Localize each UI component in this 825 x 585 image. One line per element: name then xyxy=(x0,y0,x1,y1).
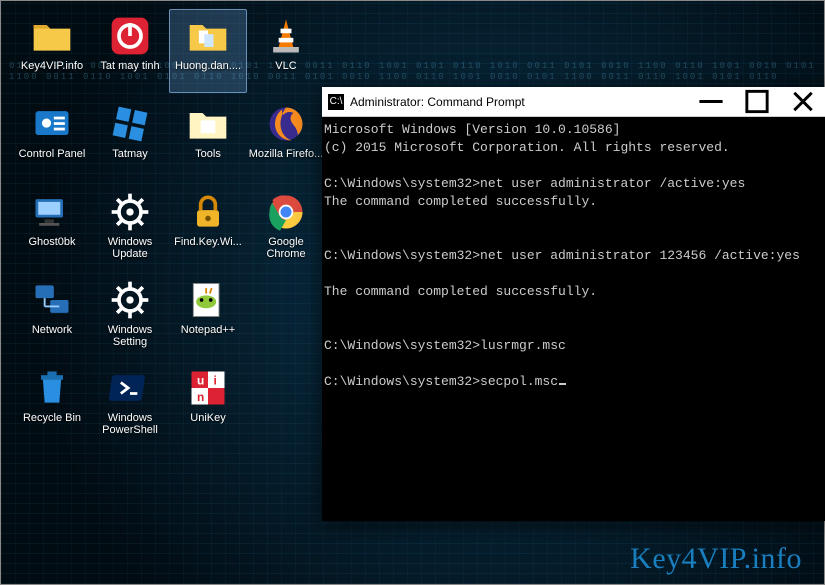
windows-update[interactable]: Windows Update xyxy=(91,185,169,269)
close-button[interactable] xyxy=(780,87,825,116)
notepadpp[interactable]: Notepad++ xyxy=(169,273,247,357)
text-cursor xyxy=(559,383,566,385)
firefox[interactable]: Mozilla Firefo... xyxy=(247,97,325,181)
notepadpp-label: Notepad++ xyxy=(181,324,235,336)
tatmay-label: Tatmay xyxy=(112,148,147,160)
maximize-button[interactable] xyxy=(734,87,780,116)
chrome-icon xyxy=(264,190,308,234)
ghost0bk-label: Ghost0bk xyxy=(28,236,75,248)
control-panel[interactable]: Control Panel xyxy=(13,97,91,181)
tat-may-tinh-icon xyxy=(108,14,152,58)
chrome[interactable]: Google Chrome xyxy=(247,185,325,269)
vlc-icon xyxy=(264,14,308,58)
ghost0bk-icon xyxy=(30,190,74,234)
find-key-wi[interactable]: Find.Key.Wi... xyxy=(169,185,247,269)
minimize-button[interactable] xyxy=(688,87,734,116)
desktop-icon-grid: Key4VIP.info Tat may tinh Huong.dan.... VLC… xyxy=(13,9,325,445)
recycle-bin-label: Recycle Bin xyxy=(23,412,81,424)
unikey-icon: uin xyxy=(186,366,230,410)
svg-text:i: i xyxy=(214,373,217,387)
command-prompt-window[interactable]: C:\ Administrator: Command Prompt Micros… xyxy=(322,87,825,521)
powershell-icon xyxy=(108,366,152,410)
windows-setting[interactable]: Windows Setting xyxy=(91,273,169,357)
chrome-label: Google Chrome xyxy=(248,236,324,260)
ghost0bk[interactable]: Ghost0bk xyxy=(13,185,91,269)
firefox-icon xyxy=(264,102,308,146)
key4vip-folder-label: Key4VIP.info xyxy=(21,60,83,72)
command-prompt-icon: C:\ xyxy=(328,94,344,110)
unikey-label: UniKey xyxy=(190,412,225,424)
windows-update-icon xyxy=(108,190,152,234)
network-label: Network xyxy=(32,324,72,336)
key4vip-folder-icon xyxy=(30,14,74,58)
find-key-wi-label: Find.Key.Wi... xyxy=(174,236,242,248)
tat-may-tinh[interactable]: Tat may tinh xyxy=(91,9,169,93)
window-title-text: Administrator: Command Prompt xyxy=(350,95,688,109)
watermark-text: Key4VIP.info xyxy=(630,542,802,576)
huong-dan-folder-label: Huong.dan.... xyxy=(175,60,241,72)
window-titlebar[interactable]: C:\ Administrator: Command Prompt xyxy=(322,87,825,117)
huong-dan-folder[interactable]: Huong.dan.... xyxy=(169,9,247,93)
windows-update-label: Windows Update xyxy=(92,236,168,260)
tools-folder-label: Tools xyxy=(195,148,221,160)
tools-folder-icon xyxy=(186,102,230,146)
key4vip-folder[interactable]: Key4VIP.info xyxy=(13,9,91,93)
svg-text:n: n xyxy=(197,390,204,404)
tatmay-icon xyxy=(108,102,152,146)
notepadpp-icon xyxy=(186,278,230,322)
powershell-label: Windows PowerShell xyxy=(92,412,168,436)
windows-setting-label: Windows Setting xyxy=(92,324,168,348)
tatmay[interactable]: Tatmay xyxy=(91,97,169,181)
find-key-wi-icon xyxy=(186,190,230,234)
control-panel-icon xyxy=(30,102,74,146)
control-panel-label: Control Panel xyxy=(19,148,86,160)
vlc[interactable]: VLC xyxy=(247,9,325,93)
svg-text:u: u xyxy=(197,373,204,387)
tat-may-tinh-label: Tat may tinh xyxy=(100,60,159,72)
huong-dan-folder-icon xyxy=(186,14,230,58)
unikey[interactable]: uin UniKey xyxy=(169,361,247,445)
tools-folder[interactable]: Tools xyxy=(169,97,247,181)
command-prompt-body[interactable]: Microsoft Windows [Version 10.0.10586] (… xyxy=(322,117,825,521)
windows-setting-icon xyxy=(108,278,152,322)
recycle-bin[interactable]: Recycle Bin xyxy=(13,361,91,445)
network[interactable]: Network xyxy=(13,273,91,357)
powershell[interactable]: Windows PowerShell xyxy=(91,361,169,445)
vlc-label: VLC xyxy=(275,60,296,72)
firefox-label: Mozilla Firefo... xyxy=(249,148,324,160)
network-icon xyxy=(30,278,74,322)
recycle-bin-icon xyxy=(30,366,74,410)
